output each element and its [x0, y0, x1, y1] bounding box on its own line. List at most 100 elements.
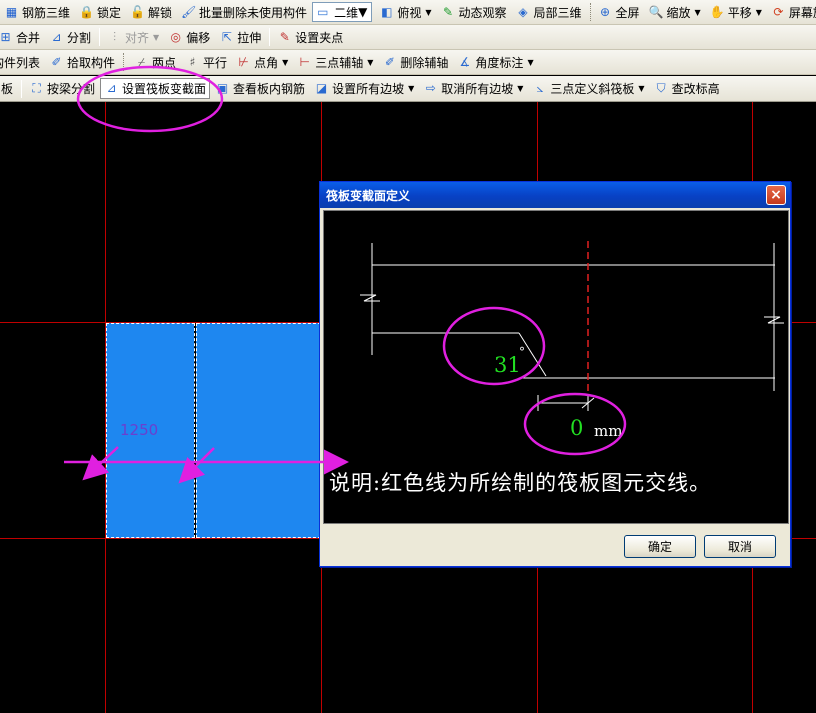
dialog-title: 筏板变截面定义	[326, 188, 411, 203]
dynamic-view-button[interactable]: ✎ 动态观察	[436, 2, 510, 23]
unlock-button[interactable]: 🔓 解锁	[126, 2, 176, 23]
point-angle-button[interactable]: ⊬ 点角 ▼	[232, 52, 292, 73]
elevation-icon: ⛉	[656, 81, 666, 95]
dialog-note: 说明:红色线为所绘制的筏板图元交线。	[329, 471, 712, 495]
angle-mark-button[interactable]: ∡ 角度标注 ▼	[453, 52, 537, 73]
set-all-slopes-button[interactable]: ◪ 设置所有边坡 ▼	[310, 78, 418, 99]
toolbar-axis: 构件列表 ✐拾取构件 ⌿两点 ♯平行 ⊬点角▼ ⊢三点辅轴▼ ✐删除辅轴 ∡角度…	[0, 50, 816, 75]
slope-icon: ◪	[315, 81, 328, 95]
chevron-down-icon: ▼	[517, 84, 524, 93]
unlock-icon: 🔓	[130, 4, 145, 19]
break-mark-left	[360, 294, 380, 302]
chevron-down-icon: ▼	[358, 5, 368, 19]
parallel-axis-icon: ♯	[189, 54, 196, 69]
merge-button[interactable]: ⊞ 合并	[0, 27, 44, 48]
offset-button[interactable]: ◎ 偏移	[164, 27, 214, 48]
view-2d-select[interactable]: ▭ 二维 ▼	[312, 2, 373, 22]
view-slab-rebar-button[interactable]: ▣ 查看板内钢筋	[211, 78, 309, 99]
angle-icon: ∡	[459, 54, 471, 69]
section-preview: 31 ° 0 mm 说明:红色线为所绘制的筏板图元交线。	[323, 210, 789, 524]
chevron-down-icon: ▼	[694, 7, 701, 17]
grip-pencil-icon: ✎	[279, 29, 290, 44]
slab-button[interactable]: 板	[0, 78, 17, 99]
point-angle-icon: ⊬	[238, 54, 249, 69]
raft-section-icon: ⊿	[106, 81, 117, 95]
fullscreen-button[interactable]: ⊕ 全屏	[594, 2, 644, 23]
set-grip-button[interactable]: ✎ 设置夹点	[273, 27, 347, 48]
lock-icon: 🔒	[79, 4, 94, 19]
batch-delete-button[interactable]: 🖌 批量删除未使用构件	[177, 2, 311, 23]
align-button[interactable]: ⫶ 对齐 ▼	[103, 27, 163, 48]
toolbar-raft: 板 ⛶ 按梁分割 ⊿ 设置筏板变截面 ▣ 查看板内钢筋 ◪ 设置所有边坡 ▼ ⇨ 取消所有边…	[0, 76, 816, 102]
offset-unit: mm	[594, 422, 623, 440]
local-3d-button[interactable]: ◈ 局部三维	[512, 2, 586, 23]
toolbar-separator	[21, 79, 23, 98]
delete-aux-button[interactable]: ✐ 删除辅轴	[378, 52, 452, 73]
toolbar-separator	[99, 28, 101, 46]
modify-elevation-button[interactable]: ⛉ 查改标高	[650, 78, 724, 99]
beam-split-icon: ⛶	[32, 81, 41, 95]
offset-value[interactable]: 0	[570, 416, 583, 440]
screen-rotate-button[interactable]: ⟳屏幕旋	[767, 2, 816, 23]
three-point-slope-icon: ⦣	[536, 81, 544, 95]
eraser-icon: ✐	[384, 54, 395, 69]
align-icon: ⫶	[113, 29, 117, 44]
chevron-down-icon: ▼	[755, 7, 762, 17]
two-point-axis-icon: ⌿	[137, 54, 146, 69]
cancel-button[interactable]: 取消	[704, 535, 776, 558]
three-point-axis-icon: ⊢	[299, 54, 310, 69]
chevron-down-icon: ▼	[408, 84, 415, 93]
three-point-slope-button[interactable]: ⦣ 三点定义斜筏板 ▼	[528, 78, 648, 99]
local-3d-icon: ◈	[518, 4, 528, 19]
zoom-extents-icon: ⊕	[599, 4, 611, 19]
rebar-view-icon: ▣	[216, 81, 229, 95]
chevron-down-icon: ▼	[527, 57, 534, 67]
three-point-aux-button[interactable]: ⊢ 三点辅轴 ▼	[293, 52, 377, 73]
orbit-icon: ✎	[442, 4, 454, 19]
set-raft-section-button[interactable]: ⊿ 设置筏板变截面	[100, 78, 211, 99]
dimension-label: 1250	[120, 421, 159, 439]
rebar-3d-button[interactable]: ▦ 钢筋三维	[0, 2, 74, 23]
chevron-down-icon: ▼	[282, 57, 289, 67]
degree-symbol: °	[519, 345, 525, 359]
magnifier-icon: 🔍	[648, 4, 664, 19]
raft-section-dialog: 筏板变截面定义 × 31 ° 0 mm 说明:红色线为所绘制的筏板图元交线。 确…	[319, 181, 791, 567]
zoom-button[interactable]: 🔍 缩放 ▼	[645, 2, 705, 23]
rotate-icon: ⟳	[773, 4, 784, 19]
chevron-down-icon: ▼	[367, 57, 374, 67]
split-by-beam-button[interactable]: ⛶ 按梁分割	[25, 78, 99, 99]
stretch-button[interactable]: ⇱ 拉伸	[215, 27, 265, 48]
cancel-slope-icon: ⇨	[425, 81, 436, 95]
ok-button[interactable]: 确定	[624, 535, 696, 558]
merge-icon: ⊞	[0, 29, 11, 44]
component-list-button[interactable]: 构件列表	[0, 52, 44, 73]
offset-icon: ◎	[170, 29, 181, 44]
toolbar-grip	[589, 3, 591, 21]
hand-icon: ✋	[709, 4, 725, 19]
parallel-button[interactable]: ♯ 平行	[181, 52, 231, 73]
angle-value[interactable]: 31	[494, 353, 521, 377]
dialog-title-bar[interactable]: 筏板变截面定义	[320, 182, 790, 208]
two-points-button[interactable]: ⌿ 两点	[130, 52, 180, 73]
split-button[interactable]: ⊿ 分割	[45, 27, 95, 48]
lock-button[interactable]: 🔒 锁定	[75, 2, 125, 23]
brush-icon: 🖌	[180, 4, 197, 19]
toolbar-grip	[123, 53, 127, 71]
slab-dashed-divider	[194, 323, 197, 538]
cancel-all-slopes-button[interactable]: ⇨ 取消所有边坡 ▼	[419, 78, 527, 99]
toolbar-separator	[269, 28, 271, 46]
pick-component-button[interactable]: ✐ 拾取构件	[45, 52, 119, 73]
pick-icon: ✐	[51, 54, 62, 69]
stretch-icon: ⇱	[221, 29, 232, 44]
toolbar-view: ▦ 钢筋三维 🔒 锁定 🔓 解锁 🖌 批量删除未使用构件 ▭ 二维 ▼ ◧ 俯视 ▼ ✎ 动态观察…	[0, 0, 816, 25]
toolbar-edit: ⊞ 合并 ⊿ 分割 ⫶ 对齐 ▼ ◎ 偏移 ⇱ 拉伸 ✎ 设置夹点	[0, 25, 816, 50]
rebar-3d-icon: ▦	[5, 4, 18, 19]
close-button[interactable]: ×	[766, 185, 786, 205]
plane-icon: ▭	[317, 5, 329, 19]
chevron-down-icon: ▼	[638, 84, 645, 93]
split-icon: ⊿	[51, 29, 62, 44]
close-icon: ×	[770, 187, 782, 203]
pan-button[interactable]: ✋ 平移 ▼	[706, 2, 766, 23]
cube-icon: ◧	[381, 4, 393, 19]
top-view-button[interactable]: ◧ 俯视 ▼	[375, 2, 435, 23]
